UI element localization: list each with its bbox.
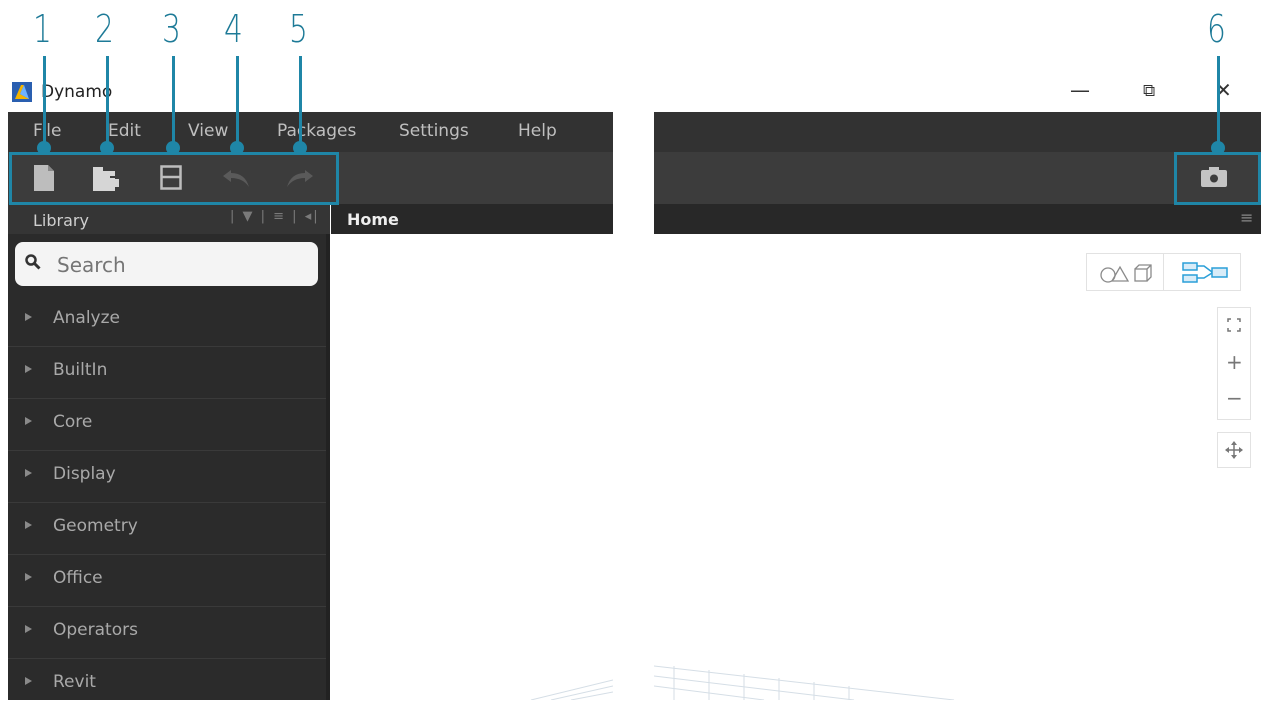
library-category-label: Core: [53, 412, 93, 432]
expand-arrow-icon: [25, 573, 32, 581]
menu-settings[interactable]: Settings: [399, 121, 469, 141]
search-input[interactable]: [57, 252, 307, 278]
expand-arrow-icon: [25, 625, 32, 633]
menu-file[interactable]: File: [33, 121, 61, 141]
library-category-label: Display: [53, 464, 116, 484]
expand-arrow-icon: [25, 417, 32, 425]
menu-help[interactable]: Help: [518, 121, 557, 141]
right-toolbar: [654, 152, 1261, 204]
callout-dot-6: [1211, 141, 1225, 155]
expand-arrow-icon: [25, 677, 32, 685]
background-grid: [530, 679, 614, 701]
dynamo-logo-icon: [12, 82, 32, 102]
expand-arrow-icon: [25, 521, 32, 529]
geometry-view-icon[interactable]: [1099, 263, 1157, 283]
right-tab-bar: [654, 204, 1261, 234]
library-category-label: Office: [53, 568, 103, 588]
window-title: Dynamo: [41, 82, 113, 102]
library-category-revit[interactable]: Revit: [8, 659, 326, 710]
callout-export-box: [1174, 152, 1261, 205]
callout-line-5: [299, 56, 302, 146]
menu-packages[interactable]: Packages: [277, 121, 356, 141]
search-icon: [25, 254, 41, 270]
zoom-controls: + −: [1217, 307, 1251, 420]
expand-arrow-icon: [25, 365, 32, 373]
library-category-geometry[interactable]: Geometry: [8, 503, 326, 555]
callout-dot-3: [166, 141, 180, 155]
restore-button[interactable]: ⧉: [1143, 81, 1155, 101]
callout-dot-4: [230, 141, 244, 155]
callout-dot-1: [37, 141, 51, 155]
view-toggle-divider: [1163, 254, 1164, 290]
library-category-office[interactable]: Office: [8, 555, 326, 607]
callout-line-4: [236, 56, 239, 146]
library-controls[interactable]: | ▼ | ≡ | ◂|: [230, 209, 320, 224]
expand-arrow-icon: [25, 469, 32, 477]
library-category-label: BuiltIn: [53, 360, 108, 380]
callout-toolbar-box: [9, 152, 339, 205]
library-title: Library: [33, 211, 89, 230]
callout-dot-5: [293, 141, 307, 155]
callout-number-2: 2: [95, 7, 114, 51]
pan-icon: [1225, 441, 1243, 459]
library-category-label: Operators: [53, 620, 138, 640]
view-toggle: [1086, 253, 1241, 291]
callout-number-6: 6: [1207, 7, 1226, 51]
library-category-label: Analyze: [53, 308, 120, 328]
callout-line-1: [43, 56, 46, 146]
callout-number-5: 5: [289, 7, 308, 51]
menu-view[interactable]: View: [188, 121, 228, 141]
callout-number-3: 3: [162, 7, 181, 51]
library-category-label: Revit: [53, 672, 96, 692]
panel-menu-icon[interactable]: ≡: [1240, 208, 1253, 227]
library-scrollbar[interactable]: [326, 234, 330, 700]
callout-number-1: 1: [33, 7, 52, 51]
background-grid: [653, 665, 955, 701]
library-category-builtin[interactable]: BuiltIn: [8, 347, 326, 399]
callout-line-3: [172, 56, 175, 146]
minimize-button[interactable]: —: [1070, 78, 1090, 102]
menu-edit[interactable]: Edit: [108, 121, 141, 141]
callout-line-6: [1217, 56, 1220, 146]
zoom-out-button[interactable]: −: [1226, 388, 1243, 408]
zoom-in-button[interactable]: +: [1226, 352, 1243, 372]
fit-view-icon[interactable]: [1227, 318, 1241, 332]
callout-number-4: 4: [224, 7, 243, 51]
library-category-display[interactable]: Display: [8, 451, 326, 503]
background-preview-canvas[interactable]: [653, 234, 1261, 701]
tab-home-label: Home: [347, 210, 399, 229]
callout-dot-2: [100, 141, 114, 155]
library-category-operators[interactable]: Operators: [8, 607, 326, 659]
library-category-label: Geometry: [53, 516, 138, 536]
expand-arrow-icon: [25, 313, 32, 321]
library-category-core[interactable]: Core: [8, 399, 326, 451]
workspace-canvas[interactable]: [331, 234, 614, 701]
library-category-analyze[interactable]: Analyze: [8, 295, 326, 347]
pan-button[interactable]: [1217, 432, 1251, 468]
right-menu-bar: [654, 112, 1261, 152]
graph-view-icon[interactable]: [1182, 262, 1228, 284]
callout-line-2: [106, 56, 109, 146]
